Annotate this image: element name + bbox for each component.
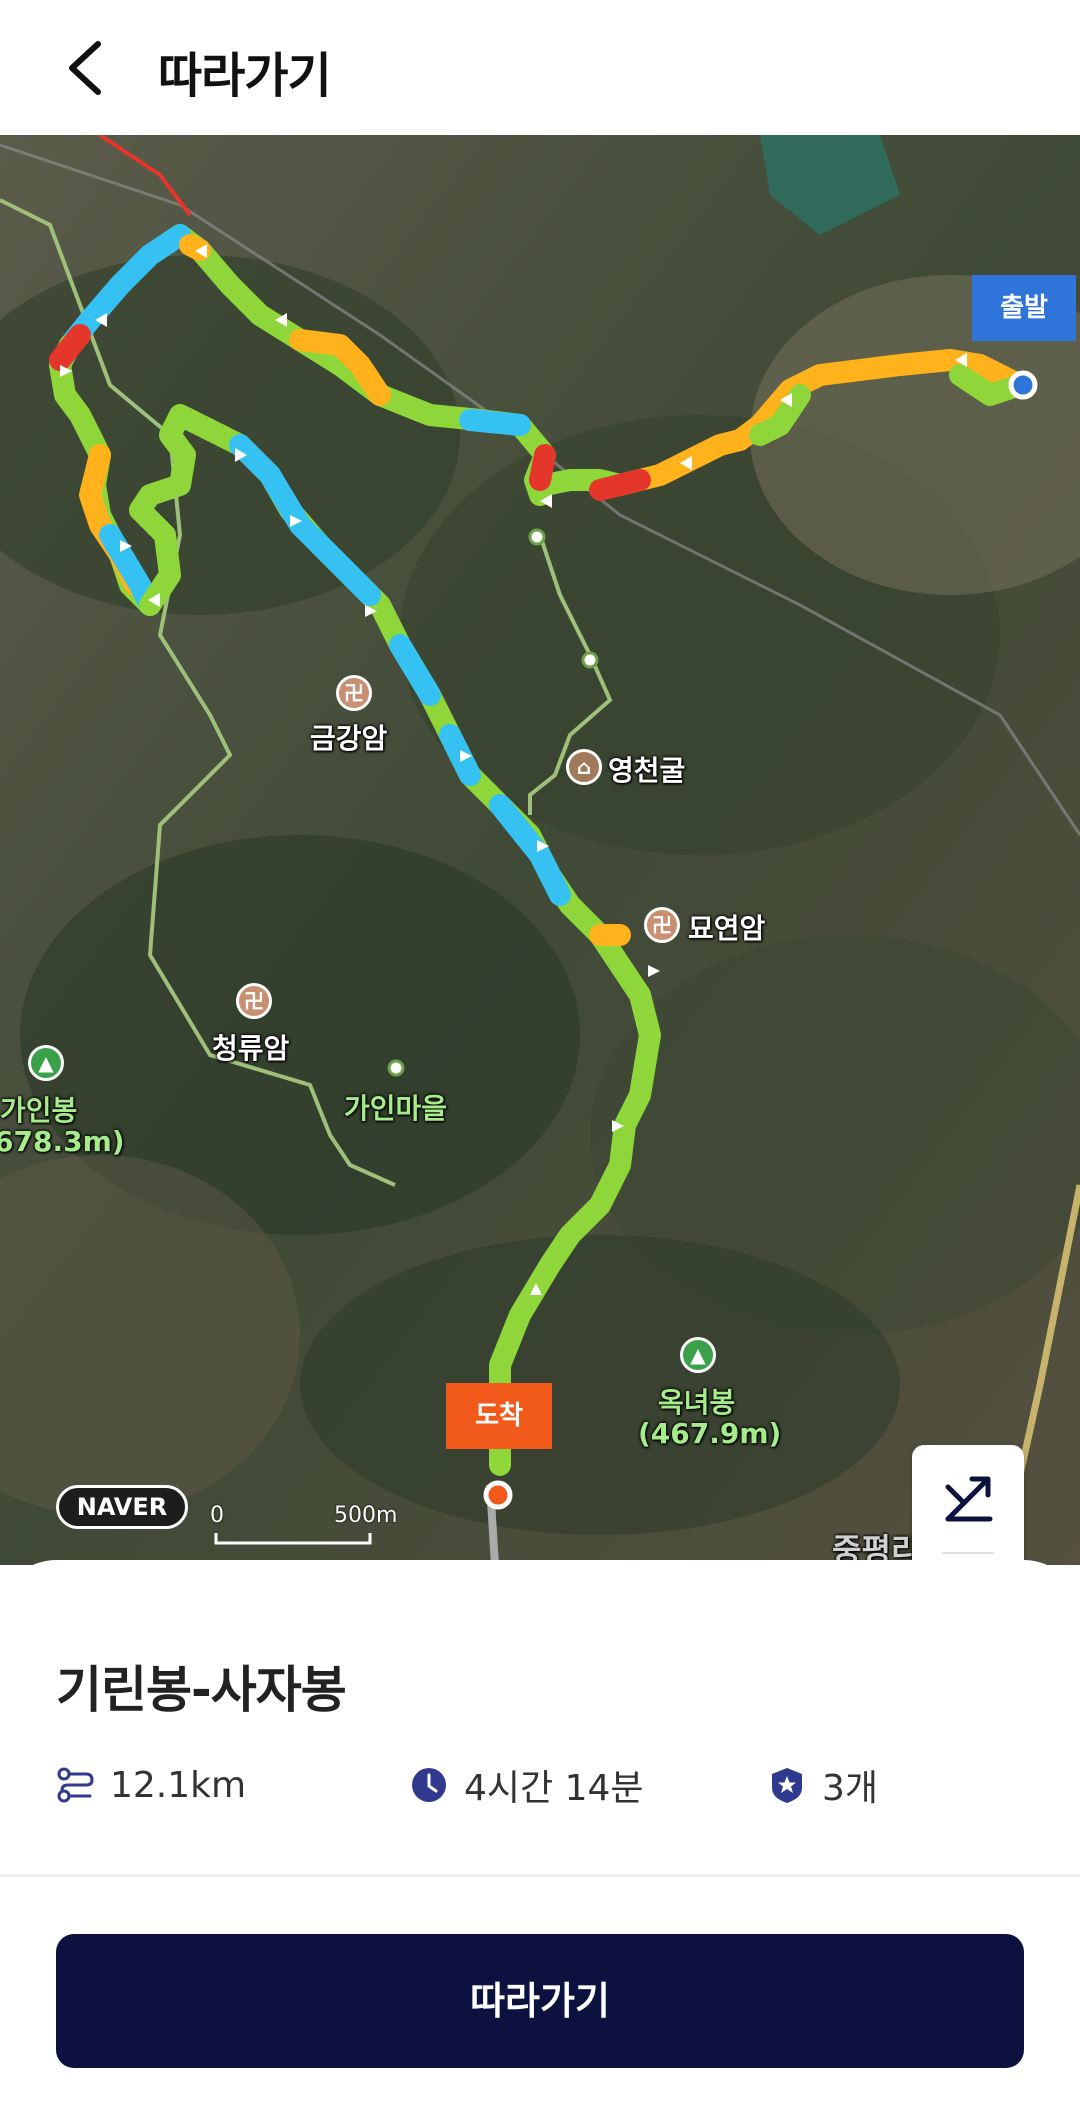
- elevation-chart-icon: [945, 1476, 993, 1522]
- poi-label[interactable]: 옥녀봉: [658, 1381, 735, 1421]
- distance-value: 12.1km: [110, 1764, 247, 1806]
- poi-label[interactable]: 금강암: [310, 717, 387, 757]
- temple-icon: 卍: [336, 675, 372, 711]
- follow-button[interactable]: 따라가기: [56, 1934, 1024, 2068]
- naver-logo: NAVER: [56, 1485, 188, 1529]
- scale-zero: 0: [210, 1503, 224, 1528]
- chevron-left-icon: [69, 41, 101, 95]
- shield-star-icon: [772, 1768, 802, 1803]
- scale-distance: 500m: [334, 1503, 398, 1528]
- route-distance-icon: [57, 1767, 94, 1803]
- mountain-icon: ▲: [680, 1337, 716, 1373]
- distance-stat: 12.1km: [56, 1760, 246, 1810]
- map-controls: [912, 1445, 1024, 1565]
- cave-icon: ⌂: [566, 749, 602, 785]
- poi-label[interactable]: 가인마을: [344, 1087, 447, 1127]
- temple-icon: 卍: [644, 907, 680, 943]
- route-info-sheet: 기린봉-사자봉 12.1km 4시간 14분 3개 따라가기: [0, 1560, 1080, 2106]
- poi-label[interactable]: 가인봉: [0, 1089, 77, 1129]
- route-map[interactable]: 출발 도착 卍 금강암 ⌂ 영천굴 卍 묘연암 卍 청류암 가인마을 ▲ 가인봉…: [0, 135, 1080, 1565]
- clock-icon: [412, 1768, 446, 1802]
- elevation-button[interactable]: [912, 1449, 1024, 1549]
- temple-icon: 卍: [236, 983, 272, 1019]
- route-name: 기린봉-사자봉: [56, 1661, 347, 1719]
- duration-stat: 4시간 14분: [410, 1760, 644, 1810]
- poi-elevation: 678.3m): [0, 1125, 125, 1158]
- back-button[interactable]: [58, 36, 114, 100]
- duration-value: 4시간 14분: [464, 1768, 644, 1809]
- poi-label[interactable]: 청류암: [212, 1027, 289, 1067]
- app-header: 따라가기: [0, 0, 1080, 135]
- poi-label[interactable]: 영천굴: [608, 749, 685, 789]
- place-label-faded: 중평리: [832, 1531, 921, 1565]
- badge-stat: 3개: [768, 1760, 878, 1810]
- poi-elevation: (467.9m): [638, 1417, 782, 1450]
- end-marker[interactable]: 도착: [446, 1383, 552, 1449]
- start-marker[interactable]: 출발: [972, 275, 1076, 341]
- satellite-terrain: [0, 135, 1080, 1565]
- mountain-icon: ▲: [28, 1045, 64, 1081]
- section-divider: [0, 1874, 1080, 1877]
- poi-label[interactable]: 묘연암: [688, 907, 765, 947]
- badge-count: 3개: [822, 1768, 879, 1809]
- controls-divider: [942, 1552, 994, 1554]
- page-title: 따라가기: [158, 48, 332, 104]
